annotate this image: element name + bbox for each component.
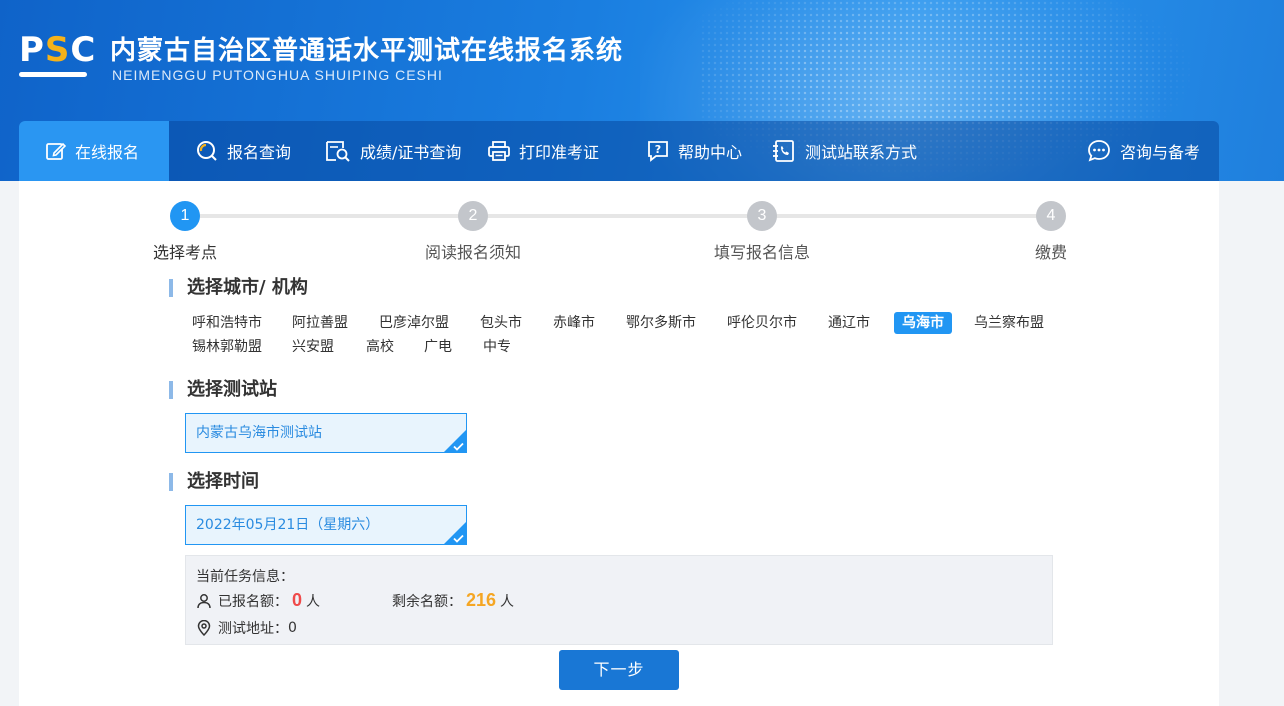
address-label: 测试地址： (218, 621, 288, 637)
time-value: 2022年05月21日（星期六） (196, 517, 380, 533)
check-icon (453, 534, 464, 543)
nav-label: 成绩/证书查询 (360, 143, 462, 162)
step-1-label: 选择考点 (152, 243, 218, 262)
logo-text: PSC (19, 30, 97, 70)
step-4-label: 缴费 (1034, 243, 1068, 262)
nav-item-score-certificate-query[interactable]: 成绩/证书查询 (324, 121, 461, 181)
registered-count: 0 (292, 590, 303, 610)
registration-card: 1 2 3 4 选择考点 阅读报名须知 填写报名信息 缴费 选择城市/ 机构 呼… (19, 181, 1219, 706)
step-1-circle: 1 (170, 201, 200, 231)
header-banner: PSC 内蒙古自治区普通话水平测试在线报名系统 NEIMENGGU PUTONG… (0, 0, 1284, 181)
main-nav: 在线报名 报名查询 成绩/证书查询 打印准考证 ? 帮助中心 测试站联系方式 咨… (19, 121, 1219, 181)
site-subtitle: NEIMENGGU PUTONGHUA SHUIPING CESHI (112, 67, 443, 83)
registered-unit: 人 (306, 593, 321, 610)
phone-book-icon (773, 140, 794, 162)
city-option[interactable]: 巴彦淖尔盟 (371, 312, 457, 334)
city-option[interactable]: 呼伦贝尔市 (719, 312, 805, 334)
city-option[interactable]: 鄂尔多斯市 (618, 312, 704, 334)
step-3-label: 填写报名信息 (713, 243, 811, 262)
logo-underline (19, 72, 87, 77)
user-icon (197, 593, 211, 608)
section-title-time: 选择时间 (169, 473, 259, 491)
location-pin-icon (197, 620, 211, 636)
task-info-panel: 当前任务信息： 已报名额： 0 人 剩余名额： 216 人 测试地址： 0 (185, 555, 1053, 645)
nav-item-consult[interactable]: 咨询与备考 (1086, 121, 1200, 181)
site-title: 内蒙古自治区普通话水平测试在线报名系统 (110, 36, 624, 66)
city-option[interactable]: 呼和浩特市 (184, 312, 270, 334)
step-4-circle: 4 (1036, 201, 1066, 231)
remaining-label: 剩余名额： (392, 593, 462, 610)
nav-label: 咨询与备考 (1120, 143, 1201, 162)
section-title-city: 选择城市/ 机构 (169, 279, 308, 297)
nav-item-station-contact[interactable]: 测试站联系方式 (771, 121, 917, 181)
remaining-count: 216 (466, 590, 497, 610)
help-icon: ? (648, 141, 668, 162)
city-option[interactable]: 广电 (416, 336, 460, 358)
next-step-button[interactable]: 下一步 (559, 650, 679, 690)
search-circle-icon (197, 141, 217, 161)
registered-label: 已报名额： (218, 593, 288, 610)
city-option[interactable]: 高校 (358, 336, 402, 358)
nav-item-online-registration[interactable]: 在线报名 (19, 121, 169, 181)
step-track (199, 214, 1061, 218)
remaining-row: 剩余名额： 216 人 (392, 590, 514, 611)
city-option[interactable]: 锡林郭勒盟 (184, 336, 270, 358)
step-2-circle: 2 (458, 201, 488, 231)
chat-bubble-icon (1088, 140, 1110, 162)
printer-icon (488, 141, 510, 161)
city-option-selected[interactable]: 乌海市 (894, 312, 952, 334)
svg-text:?: ? (655, 143, 661, 156)
nav-label: 在线报名 (75, 143, 140, 162)
city-option[interactable]: 中专 (475, 336, 519, 358)
city-option[interactable]: 赤峰市 (545, 312, 603, 334)
nav-label: 报名查询 (227, 143, 292, 162)
station-value: 内蒙古乌海市测试站 (196, 425, 322, 441)
step-2-label: 阅读报名须知 (424, 243, 522, 262)
step-3-circle: 3 (747, 201, 777, 231)
task-info-heading: 当前任务信息： (196, 569, 294, 585)
remaining-unit: 人 (500, 593, 515, 610)
nav-label: 打印准考证 (519, 143, 600, 162)
city-option[interactable]: 乌兰察布盟 (966, 312, 1052, 334)
section-title-station: 选择测试站 (169, 381, 277, 399)
psc-logo: PSC (19, 30, 97, 82)
city-option[interactable]: 通辽市 (820, 312, 878, 334)
city-option[interactable]: 兴安盟 (284, 336, 342, 358)
address-value: 0 (288, 620, 297, 636)
city-option[interactable]: 包头市 (472, 312, 530, 334)
time-option-selected[interactable]: 2022年05月21日（星期六） (185, 505, 467, 545)
nav-item-registration-query[interactable]: 报名查询 (195, 121, 291, 181)
address-row: 测试地址： 0 (196, 618, 297, 638)
progress-steps: 1 2 3 4 选择考点 阅读报名须知 填写报名信息 缴费 (19, 181, 1219, 271)
nav-label: 帮助中心 (678, 143, 743, 162)
nav-item-help-center[interactable]: ? 帮助中心 (646, 121, 742, 181)
edit-icon (46, 142, 67, 160)
city-option[interactable]: 阿拉善盟 (284, 312, 356, 334)
nav-label: 测试站联系方式 (805, 143, 918, 162)
check-icon (453, 442, 464, 451)
nav-item-print-admission[interactable]: 打印准考证 (487, 121, 599, 181)
station-option-selected[interactable]: 内蒙古乌海市测试站 (185, 413, 467, 453)
document-search-icon (326, 141, 350, 162)
registered-row: 已报名额： 0 人 (196, 590, 320, 611)
